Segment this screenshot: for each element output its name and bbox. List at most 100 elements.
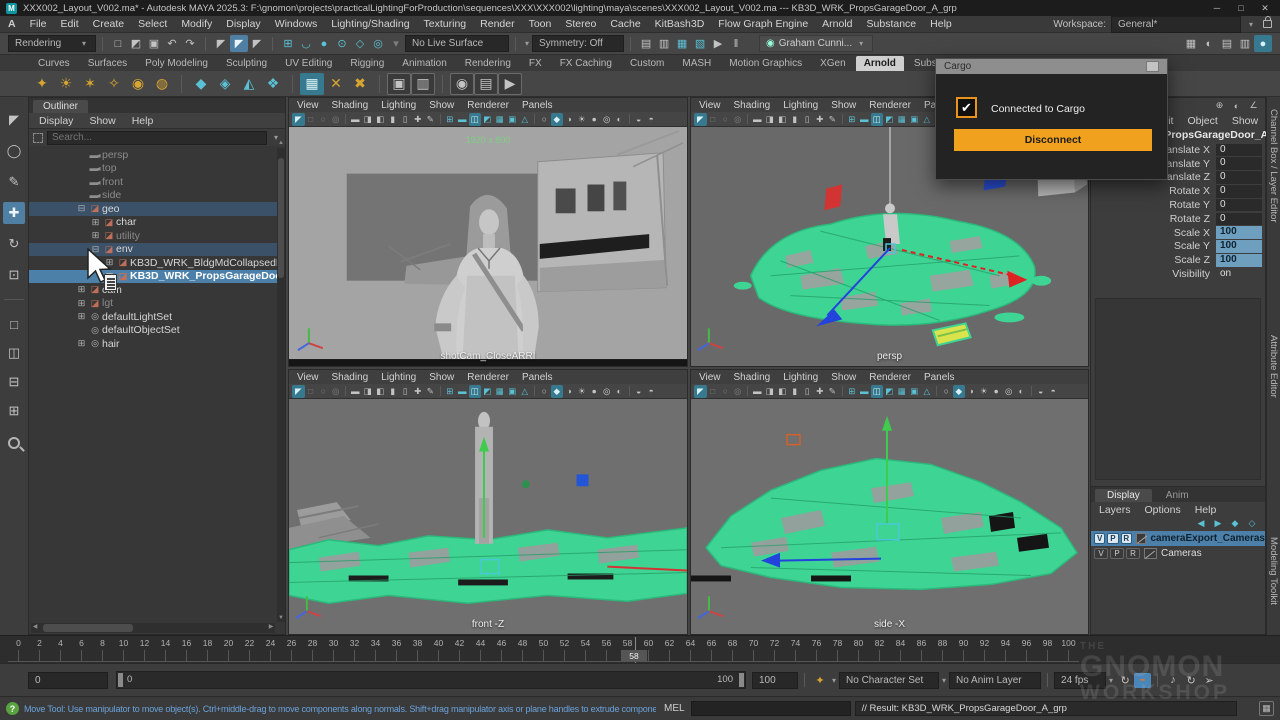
render-settings-icon[interactable]: ▥ (655, 35, 673, 52)
maximize-button[interactable]: □ (1232, 3, 1250, 13)
menu-item[interactable]: Help (1195, 504, 1217, 516)
field-chart-icon[interactable]: ▦ (494, 113, 507, 126)
light-portal-icon[interactable]: ◉ (126, 73, 150, 95)
ipr-render-icon[interactable]: ▧ (691, 35, 709, 52)
chevron-down-icon[interactable]: ▾ (1109, 676, 1113, 685)
shelf-tab-motion-graphics[interactable]: Motion Graphics (721, 56, 810, 71)
sep[interactable] (534, 114, 535, 124)
mel-label[interactable]: MEL (664, 703, 685, 714)
viewport-marquee-icon[interactable]: □ (707, 385, 720, 398)
wireframe-icon[interactable]: ○ (940, 385, 953, 398)
sep[interactable] (936, 386, 937, 396)
layer-color-swatch[interactable] (1144, 548, 1157, 559)
safe-action-icon[interactable]: ▣ (506, 113, 519, 126)
menu-item[interactable]: File (30, 18, 47, 30)
timeline-tick-label[interactable]: 82 (869, 637, 890, 650)
live-surface-field[interactable]: No Live Surface (405, 35, 509, 52)
bake-all-icon[interactable]: ✖ (348, 73, 372, 95)
shelf-tab-surfaces[interactable]: Surfaces (80, 56, 135, 71)
menu-item[interactable]: Panels (522, 100, 553, 111)
scale-tool-icon[interactable]: ⊡ (3, 264, 25, 286)
manip-attr-icon[interactable]: ⊕ (1212, 99, 1227, 112)
user-account-chip[interactable]: ◉ Graham Cunni... ▾ (759, 35, 873, 52)
menu-item[interactable]: Renderer (467, 372, 509, 383)
timeline-tick-label[interactable]: 30 (323, 637, 344, 650)
construction-history-icon[interactable]: ▤ (637, 35, 655, 52)
menu-item[interactable]: Panels (522, 372, 553, 383)
layout-single-pane-icon[interactable]: □ (3, 313, 25, 335)
menu-item[interactable]: View (297, 100, 319, 111)
ao-icon[interactable]: ◎ (1003, 385, 1016, 398)
lighting-icon[interactable]: ☀ (978, 385, 991, 398)
timeline-tick-label[interactable]: 100 (1058, 637, 1079, 650)
shelf-tab-poly-modeling[interactable]: Poly Modeling (137, 56, 216, 71)
snap-grid-icon[interactable]: ⊞ (279, 35, 297, 52)
menu-item[interactable]: Texturing (424, 18, 467, 30)
menu-item[interactable]: Renderer (869, 100, 911, 111)
safe-title-icon[interactable]: △ (519, 385, 532, 398)
redo-icon[interactable]: ↷ (181, 35, 199, 52)
chevron-down-icon[interactable]: ▾ (832, 676, 836, 685)
menu-item[interactable]: Shading (734, 100, 771, 111)
channel-value-field[interactable]: 100 (1216, 226, 1262, 239)
snap-view-plane-icon[interactable]: ◇ (351, 35, 369, 52)
textured-icon[interactable]: ◑ (965, 385, 978, 398)
shadows-icon[interactable]: ● (990, 385, 1003, 398)
outliner-item-garage-door[interactable]: ⊞ KB3D_WRK_PropsGarageDoor_A_grp (29, 270, 277, 284)
shelf-tab-xgen[interactable]: XGen (812, 56, 854, 71)
menu-item[interactable]: Modify (181, 18, 212, 30)
channel-value-field[interactable]: 100 (1216, 254, 1262, 267)
pan-zoom-icon[interactable]: ✚ (412, 113, 425, 126)
menu-item[interactable]: View (297, 372, 319, 383)
safe-title-icon[interactable]: △ (921, 385, 934, 398)
timeline-tick-label[interactable]: 24 (260, 637, 281, 650)
menu-item[interactable]: Render (480, 18, 514, 30)
timeline-tick-label[interactable]: 12 (134, 637, 155, 650)
sep[interactable] (629, 386, 630, 396)
layer-render-toggle[interactable]: R (1126, 548, 1140, 559)
shotcam-canvas[interactable]: 1920 x 800 shotCam_CloseARRI (289, 127, 687, 366)
move-tool-icon[interactable]: ✚ (3, 202, 25, 224)
channel-rotate-z[interactable]: Rotate Z 0 (1091, 212, 1265, 226)
film-gate-icon[interactable]: ▬ (456, 385, 469, 398)
camera-select-icon[interactable]: ◨ (362, 385, 375, 398)
resolution-gate-icon[interactable]: ◫ (469, 385, 482, 398)
gate-mask-icon[interactable]: ◩ (481, 113, 494, 126)
camera-lock-icon[interactable]: ▬ (349, 113, 362, 126)
sep[interactable] (1031, 386, 1032, 396)
timeline-tick-label[interactable]: 20 (218, 637, 239, 650)
shelf-tab-uv-editing[interactable]: UV Editing (277, 56, 340, 71)
shadows-icon[interactable]: ● (588, 385, 601, 398)
shelf-tab-mash[interactable]: MASH (674, 56, 719, 71)
close-button[interactable]: ✕ (1256, 3, 1274, 14)
viewport-paint-icon[interactable]: ◎ (330, 113, 343, 126)
menu-item[interactable]: Object (1187, 115, 1217, 127)
timeline-tick-label[interactable]: 42 (449, 637, 470, 650)
camera-attributes-icon[interactable]: ◧ (776, 385, 789, 398)
film-gate-icon[interactable]: ▬ (858, 113, 871, 126)
camera-attributes-icon[interactable]: ◧ (374, 113, 387, 126)
layer-color-swatch[interactable] (1136, 533, 1147, 544)
timeline-tick-label[interactable]: 56 (596, 637, 617, 650)
menu-item[interactable]: Lighting (381, 372, 416, 383)
channel-scale-y[interactable]: Scale Y 100 (1091, 240, 1265, 254)
viewport-paint-icon[interactable]: ◎ (330, 385, 343, 398)
ao-icon[interactable]: ◎ (601, 113, 614, 126)
timeline-tick-label[interactable]: 6 (71, 637, 92, 650)
side-canvas[interactable]: side -X (691, 399, 1088, 634)
textured-icon[interactable]: ◑ (563, 385, 576, 398)
menu-item[interactable]: Show (831, 372, 856, 383)
anim-layer-dropdown[interactable]: No Anim Layer (949, 672, 1041, 689)
timeline-tick-label[interactable]: 78 (827, 637, 848, 650)
ao-icon[interactable]: ◎ (601, 385, 614, 398)
image-plane-icon[interactable]: ▯ (801, 385, 814, 398)
layout-two-pane-icon[interactable]: ◫ (3, 342, 25, 364)
character-set-dropdown[interactable]: No Character Set (839, 672, 939, 689)
viewport-shotcam[interactable]: ViewShadingLightingShowRendererPanels ◤□… (288, 97, 688, 367)
pan-zoom-icon[interactable]: ✚ (412, 385, 425, 398)
shelf-tab-rigging[interactable]: Rigging (342, 56, 392, 71)
toon-shader-icon[interactable]: ❖ (261, 73, 285, 95)
menu-item[interactable]: Renderer (467, 100, 509, 111)
chevron-down-icon[interactable]: ▾ (942, 676, 946, 685)
bake-selected-icon[interactable]: ✕ (324, 73, 348, 95)
